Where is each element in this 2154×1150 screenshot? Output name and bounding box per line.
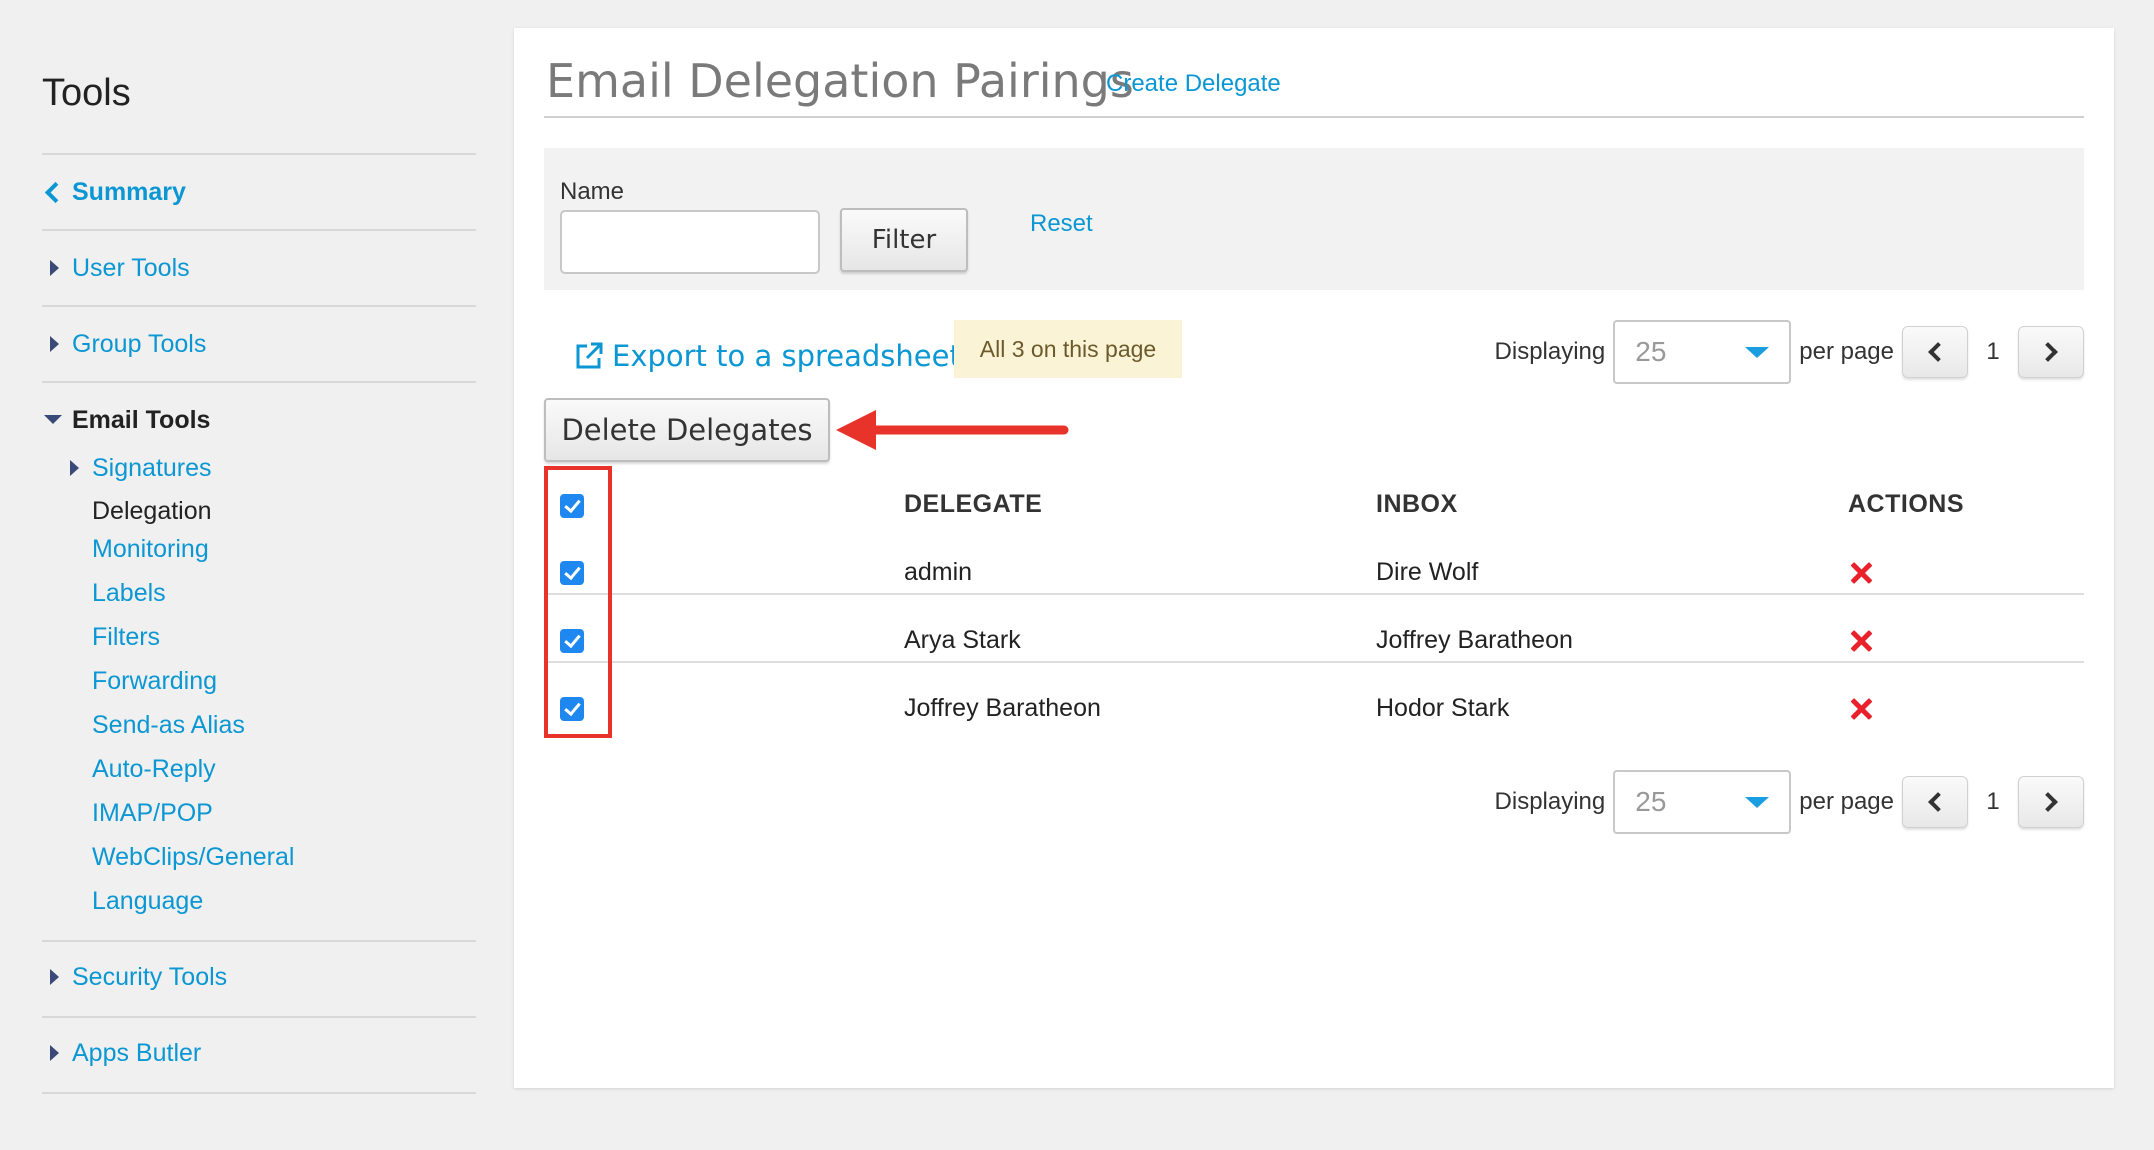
sidebar-subitem-delegation: Delegation (92, 496, 212, 525)
chevron-right-icon (2038, 792, 2058, 812)
select-all-checkbox[interactable] (560, 494, 584, 518)
column-header-inbox: INBOX (1376, 490, 1458, 518)
delegate-cell: admin (904, 558, 973, 586)
inbox-cell: Hodor Stark (1376, 694, 1510, 722)
pagination-bottom: Displaying 25 per page 1 (1495, 770, 2084, 834)
divider (544, 116, 2084, 118)
sidebar-subitem-imap-pop[interactable]: IMAP/POP (92, 793, 213, 833)
sidebar-item-label: User Tools (72, 253, 190, 282)
sidebar-subitem-monitoring[interactable]: Monitoring (92, 529, 209, 569)
name-filter-input[interactable] (560, 210, 820, 274)
per-page-label: per page (1799, 338, 1894, 365)
sidebar-item-label: Summary (72, 177, 186, 206)
caret-down-icon (1745, 346, 1770, 358)
per-page-value: 25 (1635, 786, 1667, 817)
sidebar-item-summary[interactable]: Summary (42, 172, 186, 212)
sidebar-item-security-tools[interactable]: Security Tools (42, 957, 227, 997)
next-page-button[interactable] (2018, 776, 2084, 828)
selection-badge: All 3 on this page (954, 320, 1182, 378)
sidebar-item-label: Apps Butler (72, 1038, 202, 1067)
per-page-select[interactable]: 25 (1613, 770, 1792, 834)
triangle-down-icon (42, 410, 72, 430)
row-checkbox[interactable] (560, 697, 584, 721)
next-page-button[interactable] (2018, 326, 2084, 378)
displaying-label: Displaying (1494, 788, 1606, 815)
prev-page-button[interactable] (1902, 776, 1968, 828)
divider (42, 1016, 476, 1018)
delete-x-icon[interactable] (1848, 628, 1874, 654)
reset-link[interactable]: Reset (1030, 210, 1093, 238)
pagination-top: Displaying 25 per page 1 (1495, 320, 2084, 384)
external-link-icon (576, 342, 603, 369)
row-divider (544, 661, 2084, 663)
divider (42, 229, 476, 231)
sidebar-subitem-label: Signatures (92, 453, 212, 482)
sidebar-item-group-tools[interactable]: Group Tools (42, 324, 206, 364)
row-checkbox[interactable] (560, 561, 584, 585)
sidebar-subitem-auto-reply[interactable]: Auto-Reply (92, 749, 216, 789)
export-spreadsheet-link[interactable]: Export to a spreadsheet (574, 336, 961, 376)
per-page-select[interactable]: 25 (1613, 320, 1792, 384)
chevron-right-icon (2038, 342, 2058, 362)
prev-page-button[interactable] (1902, 326, 1968, 378)
page-number: 1 (1986, 788, 2000, 815)
sidebar-item-label: Group Tools (72, 329, 207, 358)
annotation-arrow (836, 410, 1069, 450)
chevron-left-icon (1928, 342, 1948, 362)
main-panel: Email Delegation Pairings Create Delegat… (514, 28, 2114, 1088)
divider (42, 305, 476, 307)
triangle-right-icon (62, 458, 92, 478)
per-page-value: 25 (1635, 336, 1667, 367)
export-link-label: Export to a spreadsheet (612, 339, 961, 373)
row-checkbox[interactable] (560, 629, 584, 653)
page-number: 1 (1986, 338, 2000, 365)
create-delegate-link[interactable]: Create Delegate (1106, 70, 1281, 98)
name-label: Name (560, 178, 625, 205)
sidebar-subitem-labels[interactable]: Labels (92, 573, 166, 613)
sidebar-item-user-tools[interactable]: User Tools (42, 248, 190, 288)
delete-x-icon[interactable] (1848, 560, 1874, 586)
filter-button[interactable]: Filter (840, 208, 968, 272)
filter-panel: Name Filter Reset (544, 148, 2084, 290)
caret-down-icon (1745, 796, 1770, 808)
sidebar-subitem-webclips-general[interactable]: WebClips/General (92, 837, 294, 877)
sidebar-item-label: Security Tools (72, 962, 228, 991)
sidebar-subitem-signatures[interactable]: Signatures (62, 448, 212, 488)
delegate-cell: Joffrey Baratheon (904, 694, 1101, 722)
page-title: Email Delegation Pairings (546, 54, 1134, 108)
divider (42, 381, 476, 383)
triangle-right-icon (42, 967, 72, 987)
sidebar-subitem-language[interactable]: Language (92, 881, 203, 921)
sidebar-title: Tools (42, 72, 131, 114)
inbox-cell: Joffrey Baratheon (1376, 626, 1573, 654)
sidebar-item-apps-butler[interactable]: Apps Butler (42, 1033, 201, 1073)
displaying-label: Displaying (1494, 338, 1606, 365)
chevron-left-icon (42, 180, 72, 204)
delete-x-icon[interactable] (1848, 696, 1874, 722)
sidebar-subitem-forwarding[interactable]: Forwarding (92, 661, 217, 701)
sidebar-subitem-send-as-alias[interactable]: Send-as Alias (92, 705, 245, 745)
column-header-actions: ACTIONS (1848, 490, 1964, 518)
chevron-left-icon (1928, 792, 1948, 812)
triangle-right-icon (42, 258, 72, 278)
divider (42, 940, 476, 942)
sidebar-subitem-filters[interactable]: Filters (92, 617, 160, 657)
divider (42, 153, 476, 155)
sidebar-item-label: Email Tools (72, 405, 211, 434)
inbox-cell: Dire Wolf (1376, 558, 1479, 586)
row-divider (544, 593, 2084, 595)
delete-delegates-button[interactable]: Delete Delegates (544, 398, 830, 462)
divider (42, 1092, 476, 1094)
triangle-right-icon (42, 1043, 72, 1063)
column-header-delegate: DELEGATE (904, 490, 1043, 518)
triangle-right-icon (42, 334, 72, 354)
per-page-label: per page (1799, 788, 1894, 815)
sidebar-item-email-tools[interactable]: Email Tools (42, 400, 210, 440)
delegate-cell: Arya Stark (904, 626, 1021, 654)
